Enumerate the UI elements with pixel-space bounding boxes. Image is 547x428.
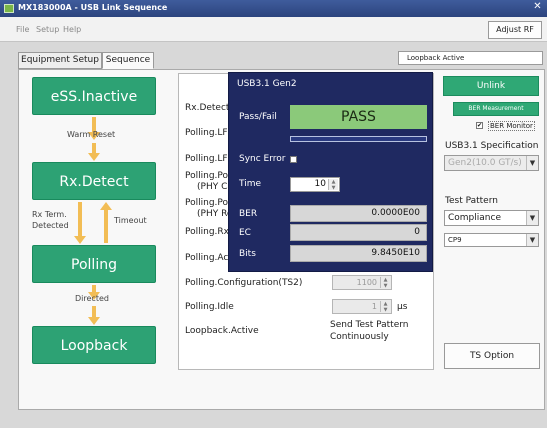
label-rx-term: Rx Term. <box>32 210 67 219</box>
spec-label: USB3.1 Specification <box>445 141 539 151</box>
label-detected: Detected <box>32 221 69 230</box>
ber-label: BER <box>239 209 258 219</box>
polling-idle-unit: μs <box>397 302 408 312</box>
sync-error-label: Sync Error <box>239 154 286 164</box>
pass-fail-label: Pass/Fail <box>239 112 277 122</box>
menu-setup[interactable]: Setup <box>36 25 59 34</box>
arrow-rx-term-detected <box>74 202 86 244</box>
spec-select[interactable]: Gen2(10.0 GT/s) ▼ <box>444 155 539 171</box>
measurement-progress-bar <box>290 136 427 142</box>
cp-select[interactable]: CP9 ▼ <box>444 233 539 247</box>
ber-value: 0.0000E00 <box>290 205 427 222</box>
arrow-warm-reset <box>88 143 100 161</box>
polling-config-value: 1100 <box>356 278 377 287</box>
menu-help[interactable]: Help <box>63 25 81 34</box>
pass-fail-indicator: PASS <box>290 105 427 129</box>
label-warm-reset: Warm Reset <box>67 130 116 139</box>
ber-popup: USB3.1 Gen2 Pass/Fail PASS Sync Error Ti… <box>228 72 433 272</box>
window-title: MX183000A - USB Link Sequence <box>18 3 168 12</box>
ts-option-button[interactable]: TS Option <box>444 343 540 369</box>
spinner-arrows-icon[interactable]: ▲ ▼ <box>380 301 390 313</box>
state-polling: Polling <box>32 245 156 283</box>
test-pattern-label: Test Pattern <box>445 196 498 206</box>
send-pattern-line-2: Continuously <box>330 332 389 342</box>
test-pattern-select[interactable]: Compliance ▼ <box>444 210 539 226</box>
spec-value: Gen2(10.0 GT/s) <box>448 158 522 168</box>
state-rx-detect: Rx.Detect <box>32 162 156 200</box>
polling-idle-value: 1 <box>371 302 377 311</box>
ec-value: 0 <box>290 224 427 241</box>
close-icon[interactable]: ✕ <box>531 1 544 15</box>
ber-monitor-label: BER Monitor <box>488 121 535 131</box>
tab-equipment-setup[interactable]: Equipment Setup <box>18 52 102 69</box>
sync-error-indicator <box>290 156 297 163</box>
arrow-directed <box>88 306 100 325</box>
ber-measurement-button[interactable]: BER Measurement <box>453 102 539 116</box>
mode-indicator: Loopback Active <box>398 51 543 65</box>
label-timeout: Timeout <box>114 216 147 225</box>
cond-polling-configuration: Polling.Configuration(TS2) <box>185 278 303 288</box>
time-spinner[interactable]: 10 ▲ ▼ <box>290 177 340 192</box>
adjust-rf-button[interactable]: Adjust RF <box>488 21 542 39</box>
app-icon <box>4 4 14 13</box>
cond-polling-idle: Polling.Idle <box>185 302 234 312</box>
spinner-arrows-icon[interactable]: ▲ ▼ <box>380 277 390 289</box>
time-value: 10 <box>314 179 326 189</box>
ber-monitor-checkbox[interactable]: ✔ <box>476 122 483 129</box>
spinner-arrows-icon[interactable]: ▲ ▼ <box>328 179 338 191</box>
label-directed: Directed <box>75 294 109 303</box>
menu-bar: File Setup Help <box>0 17 547 42</box>
arrow-directed-upper <box>88 285 100 300</box>
test-pattern-value: Compliance <box>448 213 501 223</box>
menu-file[interactable]: File <box>16 25 29 34</box>
popup-title: USB3.1 Gen2 <box>237 79 297 89</box>
cond-loopback-active: Loopback.Active <box>185 326 259 336</box>
bits-label: Bits <box>239 249 256 259</box>
polling-idle-spinner[interactable]: 1 ▲ ▼ <box>332 299 392 314</box>
state-loopback: Loopback <box>32 326 156 364</box>
chevron-down-icon[interactable]: ▼ <box>526 211 538 225</box>
time-label: Time <box>239 179 262 189</box>
title-bar: MX183000A - USB Link Sequence ✕ <box>0 0 547 17</box>
tab-sequence[interactable]: Sequence <box>102 52 154 69</box>
unlink-button[interactable]: Unlink <box>443 76 539 96</box>
chevron-down-icon[interactable]: ▼ <box>526 234 538 246</box>
cp-value: CP9 <box>448 236 462 244</box>
ec-label: EC <box>239 228 251 238</box>
polling-config-spinner[interactable]: 1100 ▲ ▼ <box>332 275 392 290</box>
send-pattern-line-1: Send Test Pattern <box>330 320 409 330</box>
arrow-timeout <box>100 202 112 243</box>
bits-value: 9.8450E10 <box>290 245 427 262</box>
chevron-down-icon[interactable]: ▼ <box>526 156 538 170</box>
state-ess-inactive: eSS.Inactive <box>32 77 156 115</box>
